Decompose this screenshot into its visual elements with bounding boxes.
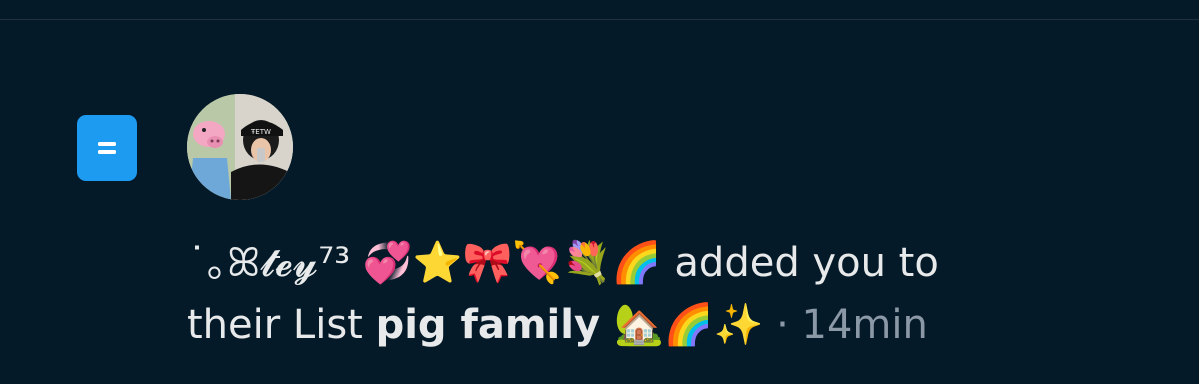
list-name-link[interactable]: pig family 🏡🌈✨ (376, 302, 764, 348)
actor-name[interactable]: ˙｡ꕤ𝓽𝓮𝔂⁷³ 💞⭐🎀💘💐🌈 (187, 240, 662, 286)
separator-dot: · (763, 302, 802, 348)
notification-text: ˙｡ꕤ𝓽𝓮𝔂⁷³ 💞⭐🎀💘💐🌈 added you to their List … (187, 232, 1177, 356)
user-avatar[interactable]: ŦETW (187, 94, 293, 200)
action-text: added you to (661, 240, 939, 286)
list-added-notification[interactable]: ŦETW ˙｡ꕤ𝓽𝓮𝔂⁷³ 💞⭐🎀💘💐🌈 added you to their … (0, 20, 1199, 384)
notification-line-1: ˙｡ꕤ𝓽𝓮𝔂⁷³ 💞⭐🎀💘💐🌈 added you to (187, 232, 1177, 294)
notification-line-2: their List pig family 🏡🌈✨ · 14min (187, 294, 1177, 356)
timestamp: 14min (801, 302, 928, 348)
list-prefix-text: their List (187, 302, 376, 348)
svg-text:ŦETW: ŦETW (250, 128, 271, 136)
list-icon (77, 115, 137, 181)
